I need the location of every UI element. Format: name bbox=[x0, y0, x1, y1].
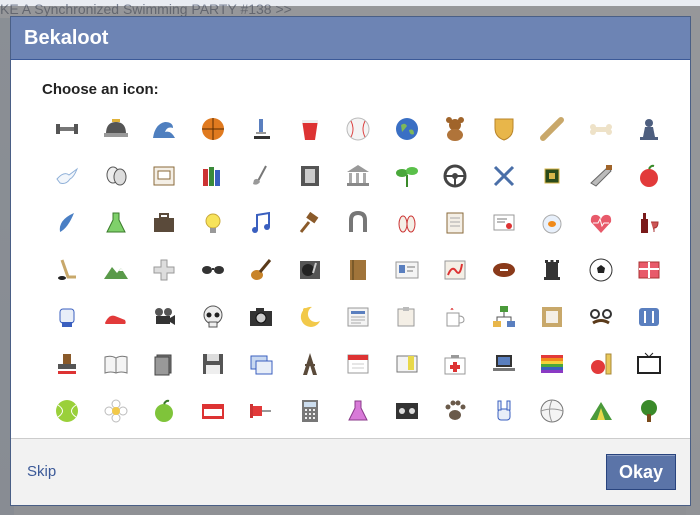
moon-star-icon[interactable] bbox=[286, 293, 335, 340]
fork-knife-icon[interactable] bbox=[625, 293, 674, 340]
rainbow-flag-icon[interactable] bbox=[528, 340, 577, 387]
id-card-icon[interactable] bbox=[383, 246, 432, 293]
sprout-icon[interactable] bbox=[383, 152, 432, 199]
basketball-icon[interactable] bbox=[189, 105, 238, 152]
receipt-icon[interactable] bbox=[383, 340, 432, 387]
disguise-glasses-icon[interactable] bbox=[577, 293, 626, 340]
film-strip-icon[interactable] bbox=[286, 152, 335, 199]
cassette-icon[interactable] bbox=[383, 387, 432, 434]
choose-icon-prompt: Choose an icon: bbox=[42, 81, 159, 98]
rubber-stamp-icon[interactable] bbox=[43, 340, 92, 387]
baseball-icon[interactable] bbox=[334, 105, 383, 152]
hockey-stick-icon[interactable] bbox=[43, 246, 92, 293]
saw-icon[interactable] bbox=[577, 152, 626, 199]
calendar-icon[interactable] bbox=[334, 340, 383, 387]
globe-icon[interactable] bbox=[383, 105, 432, 152]
flower-icon[interactable] bbox=[92, 387, 141, 434]
pages-gray-icon[interactable] bbox=[140, 340, 189, 387]
bowling-pins-icon[interactable] bbox=[383, 199, 432, 246]
circuit-chip-icon[interactable] bbox=[528, 152, 577, 199]
skateboard-icon[interactable] bbox=[528, 105, 577, 152]
icon-grid bbox=[43, 105, 673, 434]
volleyball-icon[interactable] bbox=[528, 387, 577, 434]
flask-green-icon[interactable] bbox=[92, 199, 141, 246]
pushpin-icon[interactable] bbox=[237, 387, 286, 434]
mountains-icon[interactable] bbox=[92, 246, 141, 293]
microscope-icon[interactable] bbox=[237, 105, 286, 152]
gift-card-icon[interactable] bbox=[625, 246, 674, 293]
dumbbell-icon[interactable] bbox=[43, 105, 92, 152]
fist-icon[interactable] bbox=[43, 293, 92, 340]
light-bulb-icon[interactable] bbox=[189, 199, 238, 246]
name-tag-icon[interactable] bbox=[189, 387, 238, 434]
skull-icon[interactable] bbox=[189, 293, 238, 340]
okay-button[interactable]: Okay bbox=[606, 454, 676, 490]
golf-club-icon[interactable] bbox=[237, 152, 286, 199]
museum-icon[interactable] bbox=[334, 152, 383, 199]
apple-red-icon[interactable] bbox=[625, 152, 674, 199]
dialog-footer: Skip Okay bbox=[11, 438, 690, 505]
chess-pawn-icon[interactable] bbox=[625, 105, 674, 152]
picture-frame-icon[interactable] bbox=[528, 293, 577, 340]
dialog-title: Bekaloot bbox=[11, 17, 690, 60]
apple-green-icon[interactable] bbox=[140, 387, 189, 434]
windows-icon[interactable] bbox=[237, 340, 286, 387]
camera-icon[interactable] bbox=[237, 293, 286, 340]
book-brown-icon[interactable] bbox=[334, 246, 383, 293]
medical-cross-icon[interactable] bbox=[140, 246, 189, 293]
steering-wheel-icon[interactable] bbox=[431, 152, 480, 199]
briefcase-icon[interactable] bbox=[140, 199, 189, 246]
coffee-mug-icon[interactable] bbox=[431, 293, 480, 340]
bone-icon[interactable] bbox=[577, 105, 626, 152]
laptop-icon[interactable] bbox=[480, 340, 529, 387]
music-notes-icon[interactable] bbox=[237, 199, 286, 246]
heartbeat-icon[interactable] bbox=[577, 199, 626, 246]
red-cup-icon[interactable] bbox=[286, 105, 335, 152]
football-icon[interactable] bbox=[480, 246, 529, 293]
inbox-tray-icon[interactable] bbox=[140, 152, 189, 199]
wave-icon[interactable] bbox=[140, 105, 189, 152]
chess-rook-icon[interactable] bbox=[528, 246, 577, 293]
document-clip-icon[interactable] bbox=[383, 293, 432, 340]
choose-icon-dialog: Bekaloot Choose an icon: Skip Okay bbox=[10, 16, 691, 506]
turntable-icon[interactable] bbox=[286, 246, 335, 293]
org-chart-icon[interactable] bbox=[480, 293, 529, 340]
map-route-icon[interactable] bbox=[431, 246, 480, 293]
guitar-icon[interactable] bbox=[237, 246, 286, 293]
television-icon[interactable] bbox=[625, 340, 674, 387]
certificate-icon[interactable] bbox=[480, 199, 529, 246]
skip-link[interactable]: Skip bbox=[27, 463, 56, 480]
tent-icon[interactable] bbox=[577, 387, 626, 434]
teddy-bear-icon[interactable] bbox=[431, 105, 480, 152]
soccer-ball-icon[interactable] bbox=[577, 246, 626, 293]
notebook-icon[interactable] bbox=[431, 199, 480, 246]
apple-ruler-icon[interactable] bbox=[577, 340, 626, 387]
movie-camera-icon[interactable] bbox=[140, 293, 189, 340]
gavel-icon[interactable] bbox=[286, 199, 335, 246]
newspaper-icon[interactable] bbox=[334, 293, 383, 340]
shield-icon[interactable] bbox=[480, 105, 529, 152]
calculator-icon[interactable] bbox=[286, 387, 335, 434]
open-book-icon[interactable] bbox=[92, 340, 141, 387]
eiffel-tower-icon[interactable] bbox=[286, 340, 335, 387]
feather-quill-icon[interactable] bbox=[43, 199, 92, 246]
sunglasses-icon[interactable] bbox=[189, 246, 238, 293]
paw-print-icon[interactable] bbox=[431, 387, 480, 434]
crossed-swords-icon[interactable] bbox=[480, 152, 529, 199]
horseshoe-icon[interactable] bbox=[334, 199, 383, 246]
floppy-disk-icon[interactable] bbox=[189, 340, 238, 387]
rock-hand-icon[interactable] bbox=[480, 387, 529, 434]
tree-icon[interactable] bbox=[625, 387, 674, 434]
hard-hat-icon[interactable] bbox=[92, 105, 141, 152]
theater-masks-icon[interactable] bbox=[92, 152, 141, 199]
sneaker-icon[interactable] bbox=[92, 293, 141, 340]
books-icon[interactable] bbox=[189, 152, 238, 199]
first-aid-kit-icon[interactable] bbox=[431, 340, 480, 387]
dove-icon[interactable] bbox=[43, 152, 92, 199]
flask-purple-icon[interactable] bbox=[334, 387, 383, 434]
tennis-ball-icon[interactable] bbox=[43, 387, 92, 434]
goldfish-bowl-icon[interactable] bbox=[528, 199, 577, 246]
wine-bottle-icon[interactable] bbox=[625, 199, 674, 246]
